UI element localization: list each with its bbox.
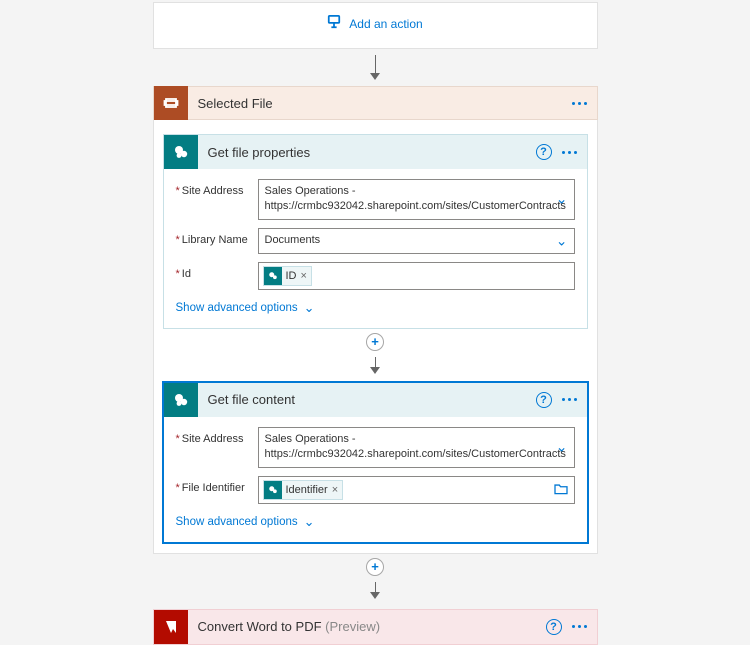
adobe-icon (154, 610, 188, 644)
add-action-label: Add an action (349, 17, 422, 31)
sharepoint-icon (164, 135, 198, 169)
file-identifier-input[interactable]: Identifier × (258, 476, 575, 504)
selected-file-title: Selected File (188, 96, 572, 111)
step-menu[interactable] (562, 151, 577, 154)
sharepoint-icon (164, 383, 198, 417)
selected-file-step[interactable]: Selected File (153, 86, 598, 120)
add-step-between[interactable]: + (366, 333, 384, 351)
token-remove-icon[interactable]: × (301, 270, 307, 282)
get-file-content-step[interactable]: Get file content ? *Site Address Sales O… (163, 382, 588, 543)
identifier-token[interactable]: Identifier × (263, 480, 344, 500)
step-body: *Site Address Sales Operations - https:/… (164, 417, 587, 542)
library-name-input[interactable]: Documents ⌄ (258, 228, 575, 254)
chevron-down-icon: ⌄ (304, 300, 315, 316)
get-file-properties-step[interactable]: Get file properties ? *Site Address Sale… (163, 134, 588, 329)
convert-title: Convert Word to PDF (Preview) (188, 619, 546, 634)
selected-file-icon (154, 86, 188, 120)
connector-arrow (370, 357, 380, 374)
id-input[interactable]: ID × (258, 262, 575, 290)
folder-picker-icon[interactable] (554, 482, 568, 497)
get-file-content-title: Get file content (198, 392, 536, 407)
site-address-input[interactable]: Sales Operations - https://crmbc932042.s… (258, 179, 575, 220)
help-icon[interactable]: ? (536, 392, 552, 408)
site-address-label: *Site Address (176, 427, 258, 445)
help-icon[interactable]: ? (536, 144, 552, 160)
id-label: *Id (176, 262, 258, 280)
step-body: *Site Address Sales Operations - https:/… (164, 169, 587, 328)
site-address-input[interactable]: Sales Operations - https://crmbc932042.s… (258, 427, 575, 468)
chevron-down-icon[interactable]: ⌄ (556, 232, 568, 249)
file-identifier-label: *File Identifier (176, 476, 258, 494)
connector-arrow (370, 582, 380, 599)
step-menu[interactable] (562, 398, 577, 401)
sharepoint-token-icon (264, 267, 282, 285)
preview-tag: (Preview) (325, 619, 380, 634)
chevron-down-icon[interactable]: ⌄ (556, 439, 568, 456)
token-remove-icon[interactable]: × (332, 484, 338, 496)
id-token[interactable]: ID × (263, 266, 312, 286)
show-advanced-link[interactable]: Show advanced options⌄ (176, 298, 575, 320)
chevron-down-icon: ⌄ (304, 514, 315, 530)
add-step-between[interactable]: + (366, 558, 384, 576)
site-address-label: *Site Address (176, 179, 258, 197)
show-advanced-link[interactable]: Show advanced options⌄ (176, 512, 575, 534)
add-action-link[interactable]: Add an action (327, 15, 422, 32)
chevron-down-icon[interactable]: ⌄ (556, 191, 568, 208)
convert-word-to-pdf-step[interactable]: Convert Word to PDF (Preview) ? (153, 609, 598, 645)
help-icon[interactable]: ? (546, 619, 562, 635)
selected-file-menu[interactable] (572, 102, 587, 105)
step-menu[interactable] (572, 625, 587, 628)
library-name-label: *Library Name (176, 228, 258, 246)
add-action-card: Add an action (153, 2, 598, 49)
get-file-properties-title: Get file properties (198, 145, 536, 160)
add-action-icon (327, 15, 341, 32)
sharepoint-token-icon (264, 481, 282, 499)
selected-file-scope: Get file properties ? *Site Address Sale… (153, 120, 598, 554)
connector-arrow (370, 55, 380, 80)
